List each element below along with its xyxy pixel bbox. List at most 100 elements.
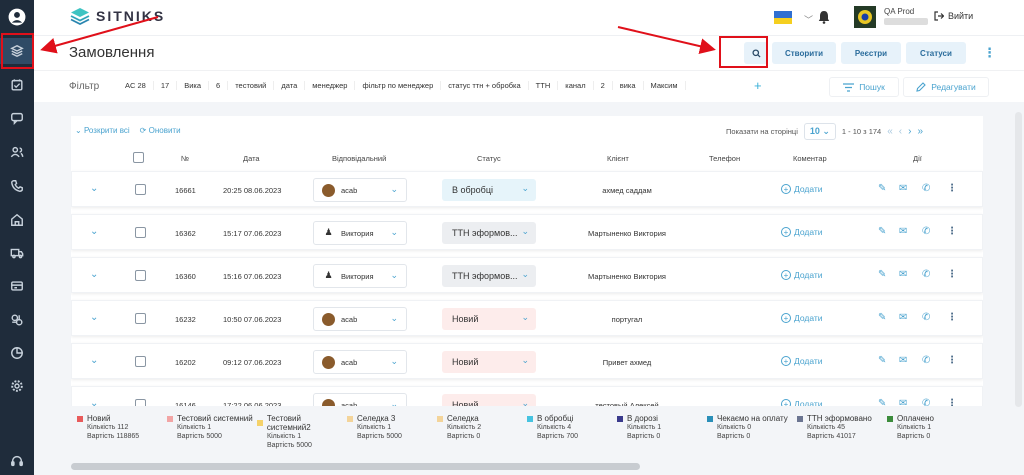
per-page-select[interactable]: 10 ⌄ [803, 123, 836, 140]
responsible-select[interactable]: ♟ Виктория ⌄ [313, 264, 407, 288]
call-phone-icon[interactable]: ✆ [922, 312, 930, 323]
sidebar-item-clients[interactable] [0, 139, 34, 165]
row-checkbox[interactable] [135, 270, 146, 281]
add-comment-button[interactable]: + Додати [781, 313, 823, 323]
registries-button[interactable]: Реєстри [841, 42, 901, 64]
language-flag-icon[interactable] [774, 11, 792, 24]
user-avatar[interactable] [854, 6, 876, 28]
filter-chip[interactable]: Максим [644, 81, 686, 90]
more-vertical-icon[interactable]: ⋮ [947, 312, 957, 323]
responsible-select[interactable]: acab ⌄ [313, 393, 407, 406]
responsible-select[interactable]: ♟ Виктория ⌄ [313, 221, 407, 245]
row-checkbox[interactable] [135, 399, 146, 406]
status-select[interactable]: В обробці ⌄ [442, 179, 536, 201]
filter-chip[interactable]: AC 28 [118, 81, 154, 90]
add-comment-button[interactable]: + Додати [781, 227, 823, 237]
sidebar-item-analytics[interactable] [0, 340, 34, 366]
message-icon[interactable]: ✉ [899, 269, 907, 280]
horizontal-scrollbar[interactable] [71, 463, 640, 470]
sidebar-item-orders[interactable] [0, 38, 34, 64]
more-vertical-icon[interactable]: ⋮ [947, 226, 957, 237]
status-select[interactable]: Новий ⌄ [442, 394, 536, 406]
add-comment-button[interactable]: + Додати [781, 399, 823, 406]
logout-button[interactable]: Вийти [934, 11, 973, 21]
edit-pencil-icon[interactable]: ✎ [878, 312, 886, 323]
logo[interactable]: SITNIKS [70, 7, 165, 25]
call-phone-icon[interactable]: ✆ [922, 226, 930, 237]
expand-row-chevron-icon[interactable]: ⌄ [90, 183, 98, 194]
table-row[interactable]: ⌄ 16232 10:50 07.06.2023 acab ⌄ Новий ⌄ португа… [71, 300, 983, 336]
sidebar-item-chat[interactable] [0, 105, 34, 131]
call-phone-icon[interactable]: ✆ [922, 355, 930, 366]
prev-page-icon[interactable]: ‹ [899, 126, 902, 137]
filter-chip[interactable]: 17 [154, 81, 178, 90]
edit-pencil-icon[interactable]: ✎ [878, 226, 886, 237]
status-select[interactable]: ТТН эформов... ⌄ [442, 265, 536, 287]
call-phone-icon[interactable]: ✆ [922, 183, 930, 194]
message-icon[interactable]: ✉ [899, 398, 907, 406]
filter-chip[interactable]: вика [613, 81, 644, 90]
more-vertical-icon[interactable]: ⋮ [983, 45, 996, 61]
sidebar-item-calendar[interactable] [0, 72, 34, 98]
edit-pencil-icon[interactable]: ✎ [878, 398, 886, 406]
edit-pencil-icon[interactable]: ✎ [878, 183, 886, 194]
expand-row-chevron-icon[interactable]: ⌄ [90, 398, 98, 406]
add-comment-button[interactable]: + Додати [781, 184, 823, 194]
sidebar-item-support[interactable] [0, 448, 34, 474]
more-vertical-icon[interactable]: ⋮ [947, 398, 957, 406]
row-checkbox[interactable] [135, 356, 146, 367]
expand-row-chevron-icon[interactable]: ⌄ [90, 355, 98, 366]
responsible-select[interactable]: acab ⌄ [313, 350, 407, 374]
filter-search-button[interactable]: Пошук [829, 77, 899, 97]
chevron-down-icon[interactable]: ﹀ [804, 13, 813, 26]
expand-row-chevron-icon[interactable]: ⌄ [90, 226, 98, 237]
sidebar-item-delivery[interactable] [0, 240, 34, 266]
table-row[interactable]: ⌄ 16362 15:17 07.06.2023 ♟ Виктория ⌄ ТТН эфор… [71, 214, 983, 250]
vertical-scrollbar[interactable] [1015, 112, 1022, 407]
expand-all-button[interactable]: ⌄ Розкрити всі [75, 126, 130, 135]
refresh-button[interactable]: ⟳ Оновити [140, 126, 181, 135]
message-icon[interactable]: ✉ [899, 226, 907, 237]
status-select[interactable]: Новий ⌄ [442, 351, 536, 373]
filter-chip[interactable]: ТТН [529, 81, 559, 90]
filter-chip[interactable]: 6 [209, 81, 229, 90]
sidebar-item-warehouse[interactable] [0, 207, 34, 233]
more-vertical-icon[interactable]: ⋮ [947, 269, 957, 280]
sidebar-item-calls[interactable] [0, 173, 34, 199]
more-vertical-icon[interactable]: ⋮ [947, 355, 957, 366]
filter-chip[interactable]: канал [558, 81, 594, 90]
filter-chip[interactable]: статус ттн + обробка [441, 81, 529, 90]
table-row[interactable]: ⌄ 16146 17:22 06.06.2023 acab ⌄ Новий ⌄ тестовы… [71, 386, 983, 406]
table-row[interactable]: ⌄ 16661 20:25 08.06.2023 acab ⌄ В обробці ⌄ ахм… [71, 171, 983, 207]
responsible-select[interactable]: acab ⌄ [313, 178, 407, 202]
filter-edit-button[interactable]: Редагувати [903, 77, 989, 97]
filter-chip[interactable]: тестовий [228, 81, 275, 90]
message-icon[interactable]: ✉ [899, 312, 907, 323]
edit-pencil-icon[interactable]: ✎ [878, 269, 886, 280]
table-row[interactable]: ⌄ 16202 09:12 07.06.2023 acab ⌄ Новий ⌄ Привет … [71, 343, 983, 379]
statuses-button[interactable]: Статуси [906, 42, 966, 64]
call-phone-icon[interactable]: ✆ [922, 269, 930, 280]
more-vertical-icon[interactable]: ⋮ [947, 183, 957, 194]
filter-chip[interactable]: менеджер [305, 81, 356, 90]
message-icon[interactable]: ✉ [899, 183, 907, 194]
sidebar-item-settings[interactable] [0, 373, 34, 399]
first-page-icon[interactable]: « [887, 126, 893, 137]
bell-icon[interactable] [818, 10, 830, 24]
profile-avatar-icon[interactable] [0, 4, 34, 30]
add-filter-icon[interactable]: + [754, 78, 762, 93]
status-select[interactable]: ТТН эформов... ⌄ [442, 222, 536, 244]
call-phone-icon[interactable]: ✆ [922, 398, 930, 406]
filter-chip[interactable]: дата [274, 81, 306, 90]
filter-chip[interactable]: фільтр по менеджер [355, 81, 442, 90]
table-row[interactable]: ⌄ 16360 15:16 07.06.2023 ♟ Виктория ⌄ ТТН эфор… [71, 257, 983, 293]
next-page-icon[interactable]: › [908, 126, 911, 137]
row-checkbox[interactable] [135, 227, 146, 238]
status-select[interactable]: Новий ⌄ [442, 308, 536, 330]
create-button[interactable]: Створити [772, 42, 836, 64]
last-page-icon[interactable]: » [917, 126, 923, 137]
sidebar-item-finance[interactable] [0, 273, 34, 299]
edit-pencil-icon[interactable]: ✎ [878, 355, 886, 366]
row-checkbox[interactable] [135, 184, 146, 195]
add-comment-button[interactable]: + Додати [781, 356, 823, 366]
